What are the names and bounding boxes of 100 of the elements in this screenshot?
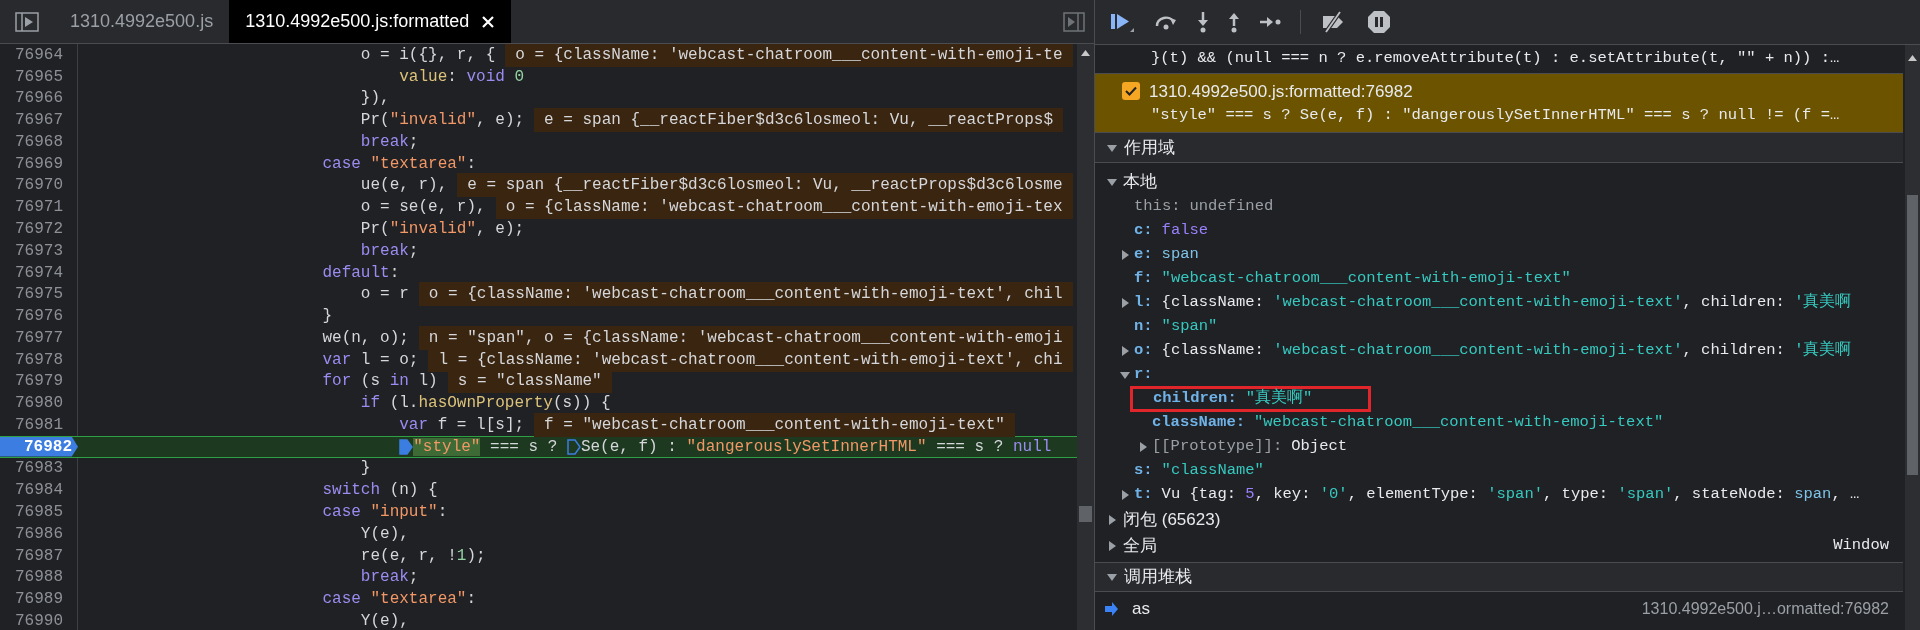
expanded-triangle-icon[interactable] [1107,572,1117,582]
line-number[interactable]: 76983 [0,457,78,480]
line-number[interactable]: 76970 [0,174,78,197]
line-number[interactable]: 76980 [0,392,78,414]
checkbox[interactable] [1122,82,1140,101]
scope-variable[interactable]: n: "span" [1134,315,1218,339]
file-tab[interactable]: 1310.4992e500.js [54,0,230,43]
call-frame[interactable]: as 1310.4992e500.j…ormatted:76982 [1095,592,1903,626]
scrollbar[interactable] [1905,45,1920,630]
scroll-up-icon[interactable] [1908,55,1917,61]
scope-variable[interactable]: t: Vu {tag: 5, key: '0', elementType: 'span', type: 'span', stateNode: span, … [1134,483,1860,507]
code-text: o = i({}, r, { [360,44,496,66]
line-number[interactable]: 76967 [0,109,78,132]
inline-value: o = {className: 'webcast-chatroom___content-with-emoji-tex [495,195,1073,220]
line-number[interactable]: 76965 [0,65,78,88]
scope-group[interactable]: 全局 [1123,533,1157,559]
scope-value: Window [1833,535,1889,557]
line-number[interactable]: 76979 [0,370,78,393]
step-icon[interactable] [1259,16,1281,28]
collapsed-triangle-icon[interactable] [1120,490,1130,500]
inline-value: o = {className: 'webcast-chatroom___content-with-emoji-te [505,44,1073,67]
collapsed-triangle-icon[interactable] [1107,541,1117,551]
code-text: for (s in l) [322,371,438,393]
code-text: if (l.hasOwnProperty(s)) { [360,393,611,415]
line-number[interactable]: 76982 [0,436,78,457]
collapsed-triangle-icon[interactable] [1120,298,1130,308]
scope-variable[interactable]: l: {className: 'webcast-chatroom___content-with-emoji-text', children: '真美啊 [1134,291,1852,315]
scope-variable[interactable]: f: "webcast-chatroom___content-with-emoji-text" [1134,267,1571,291]
scope-variable[interactable]: this: undefined [1134,195,1274,219]
step-out-icon[interactable] [1228,11,1240,33]
scope-variable[interactable]: s: "className" [1134,459,1264,483]
navigator-toggle-icon[interactable] [15,11,39,32]
code-text: }), [360,88,390,110]
section-header[interactable]: 调用堆栈 [1124,564,1192,590]
code-text: "style" === s ? [413,436,559,458]
scope-variable[interactable]: o: {className: 'webcast-chatroom___content-with-emoji-text', children: '真美啊 [1134,339,1852,363]
scope-variable[interactable]: e: span [1134,243,1199,267]
collapsed-triangle-icon[interactable] [1120,250,1130,260]
scope-variable[interactable]: [[Prototype]]: Object [1152,435,1348,459]
step-into-icon[interactable] [1197,11,1209,33]
line-number[interactable]: 76990 [0,609,78,630]
collapsed-triangle-icon[interactable] [1120,346,1130,356]
file-tab[interactable]: 1310.4992e500.js:formatted [229,0,512,43]
scrollbar[interactable] [1077,44,1094,630]
line-number[interactable]: 76971 [0,196,78,219]
code-text: default: [322,262,400,284]
line-number[interactable]: 76977 [0,326,78,349]
line-number[interactable]: 76984 [0,479,78,502]
expanded-triangle-icon[interactable] [1120,370,1130,380]
line-number[interactable]: 76986 [0,522,78,545]
line-number[interactable]: 76987 [0,544,78,567]
breakpoint-item[interactable]: 1310.4992e500.js:formatted:76982 "style" === s ? Se(e, f) : "dangerouslySetInnerHTML" === s ? null != (f =… [1095,73,1903,133]
pause-on-exceptions-icon[interactable] [1367,10,1391,34]
panel-toggle-icon[interactable] [1063,11,1085,32]
line-number[interactable]: 76966 [0,87,78,110]
collapsed-triangle-icon[interactable] [1107,515,1117,525]
line-number[interactable]: 76978 [0,348,78,371]
collapsed-triangle-icon[interactable] [1138,442,1148,452]
line-number[interactable]: 76968 [0,131,78,153]
breakpoint-code: }(t) && (null === n ? e.removeAttribute(t) : e.setAttribute(t, "" + n)) :… [1150,48,1841,70]
code-text: re(e, r, !1); [360,545,486,567]
breakpoint-marker-icon[interactable] [566,438,581,455]
inline-value: f = "webcast-chatroom___content-with-emoji-text" [534,412,1015,437]
line-number[interactable]: 76972 [0,218,78,240]
scroll-up-icon[interactable] [1081,50,1090,56]
line-number[interactable]: 76964 [0,44,78,66]
code-text: var f = l[s]; [399,414,525,436]
line-number[interactable]: 76975 [0,283,78,306]
line-number[interactable]: 76985 [0,501,78,523]
scope-variable[interactable]: r: [1134,363,1153,387]
inline-value: e = span {__reactFiber$d3c6losmeol: Vu, __reactProps$d3c6losme [457,173,1073,198]
step-over-icon[interactable] [1154,14,1178,30]
scrollbar-thumb[interactable] [1907,195,1918,475]
code-text: break; [360,131,419,153]
close-icon[interactable] [481,14,496,29]
code-text: o = se(e, r), [360,197,486,219]
scope-group[interactable]: 闭包 (65623) [1123,507,1221,533]
section-header[interactable]: 作用域 [1124,134,1175,161]
code-text: o = r [360,284,409,306]
line-number[interactable]: 76974 [0,261,78,284]
line-number[interactable]: 76981 [0,414,78,436]
inline-value: s = "className" [447,369,612,394]
scope-variable[interactable]: c: false [1134,219,1209,243]
scope-variable[interactable]: className: "webcast-chatroom___content-with-emoji-text" [1152,411,1664,435]
line-number[interactable]: 76976 [0,305,78,327]
line-number[interactable]: 76988 [0,566,78,589]
code-text: case "textarea": [322,153,477,175]
line-number[interactable]: 76973 [0,239,78,262]
resume-icon[interactable] [1109,11,1135,33]
scope-variable[interactable]: children: "真美啊" [1153,387,1313,411]
code-text: Pr("invalid", e); [360,110,525,132]
expanded-triangle-icon[interactable] [1107,142,1117,153]
expanded-triangle-icon[interactable] [1107,177,1117,187]
inline-value: n = "span", o = {className: 'webcast-chatroom___content-with-emoji [418,325,1073,350]
line-number[interactable]: 76989 [0,588,78,610]
code-text: Y(e), [360,523,409,545]
scrollbar-thumb[interactable] [1079,506,1092,522]
breakpoint-code: "style" === s ? Se(e, f) : "dangerouslySetInnerHTML" === s ? null != (f =… [1150,105,1841,127]
scope-group[interactable]: 本地 [1123,169,1157,195]
line-number[interactable]: 76969 [0,152,78,175]
